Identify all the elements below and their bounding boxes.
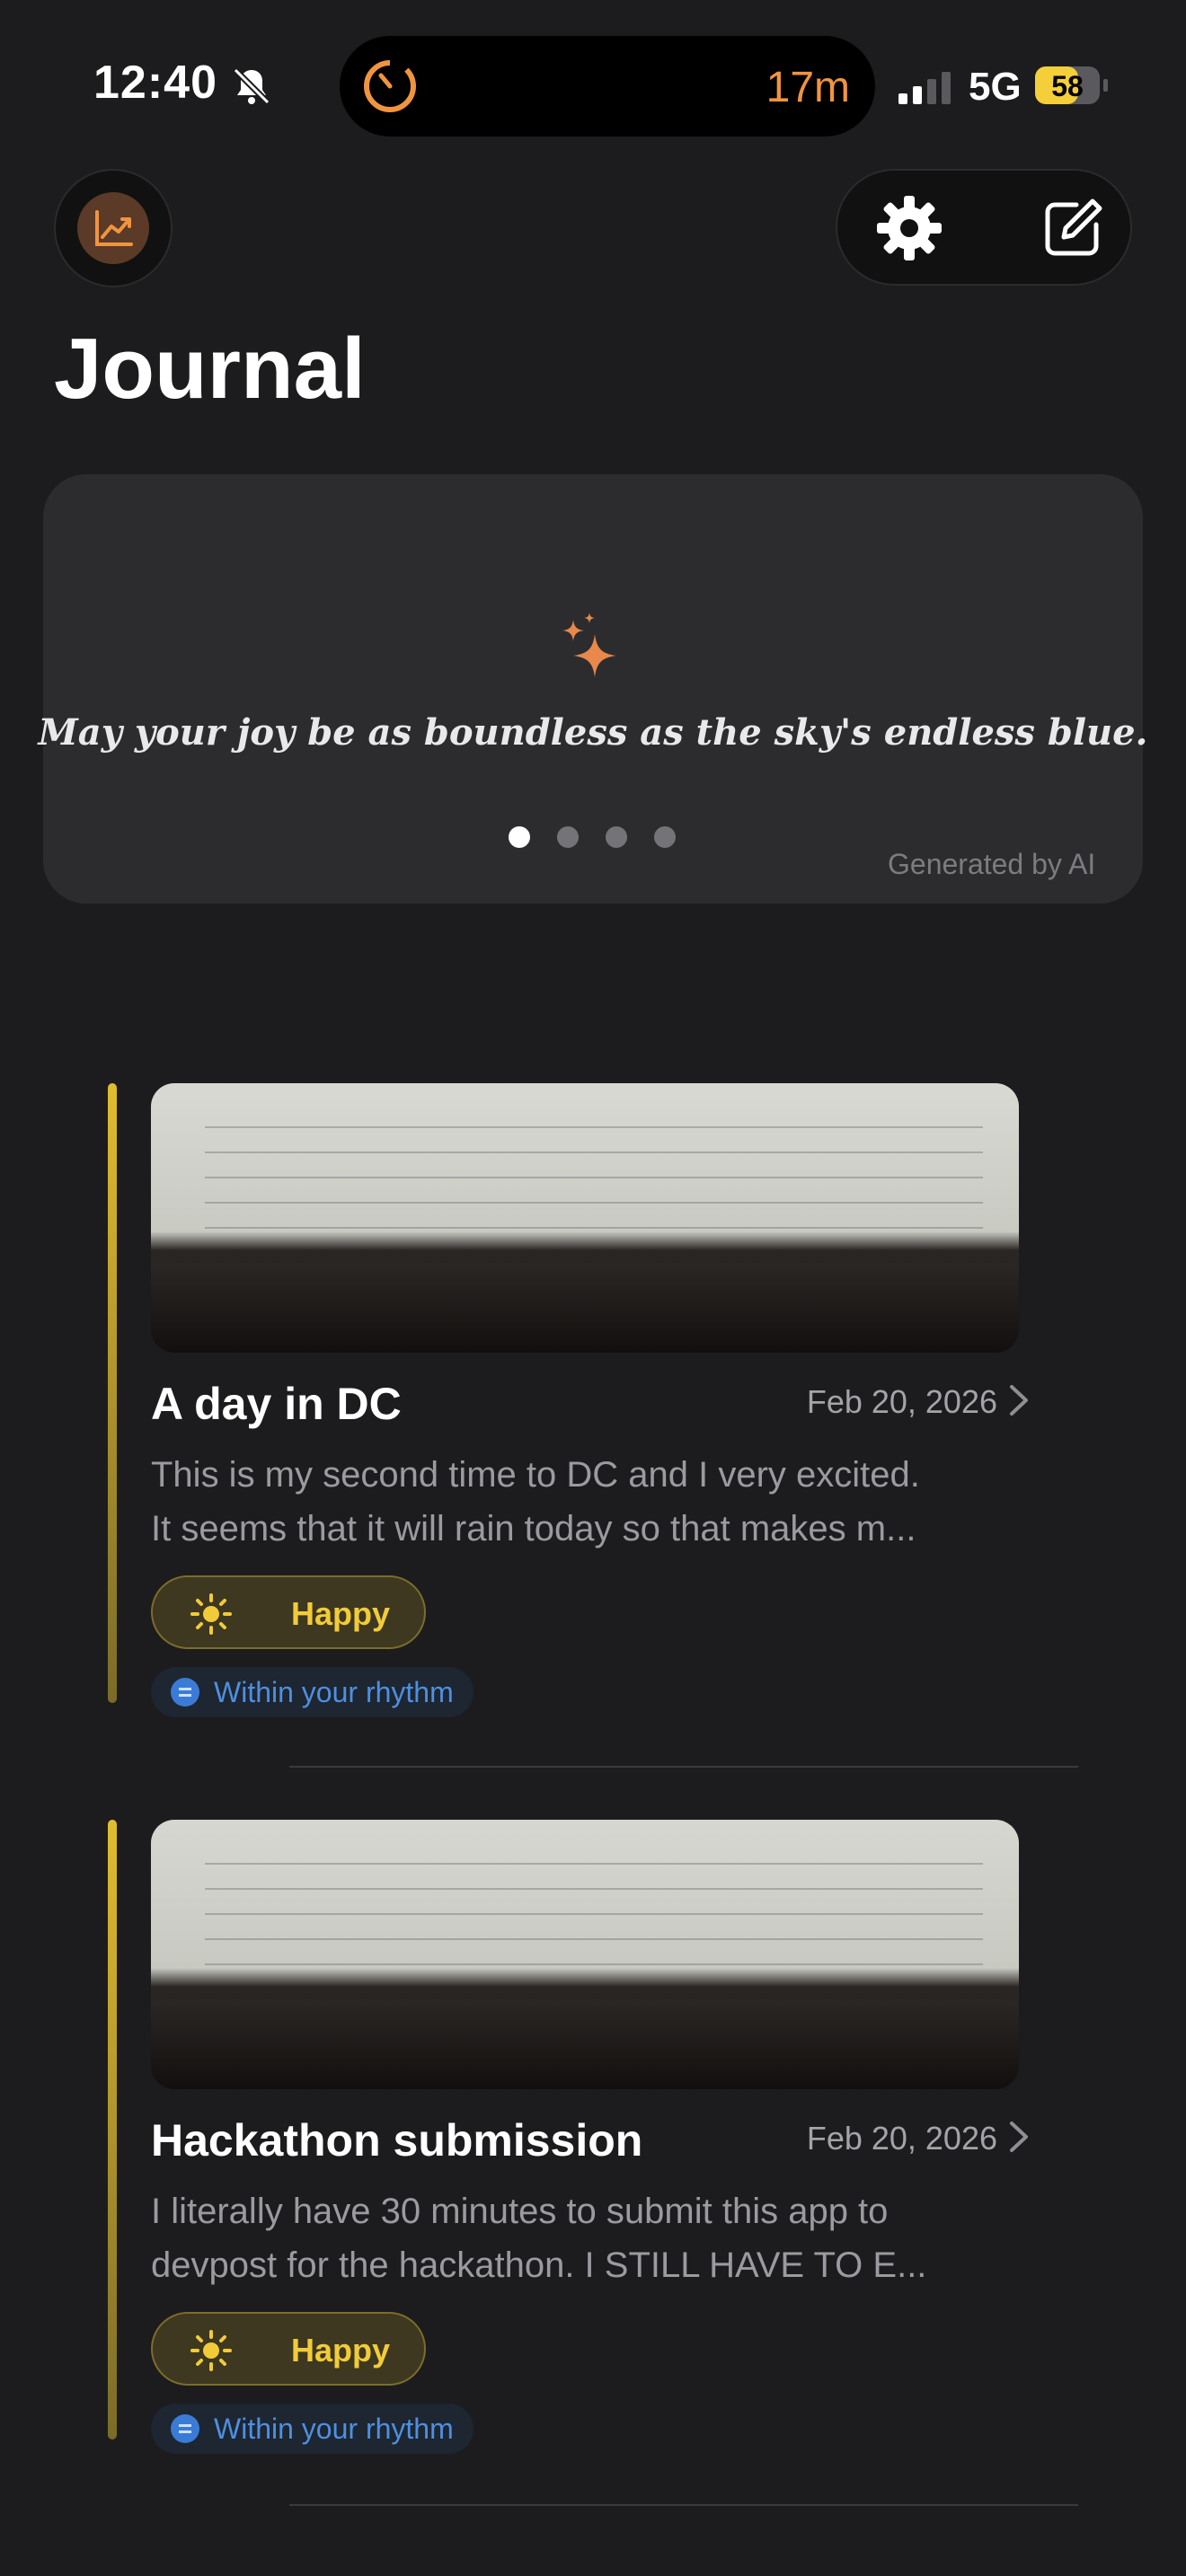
page-dot[interactable]	[557, 826, 579, 848]
mood-label: Happy	[291, 2332, 391, 2369]
entry-divider	[289, 2504, 1078, 2506]
network-label: 5G	[969, 65, 1022, 109]
sun-icon	[190, 2330, 232, 2371]
entry-preview: I literally have 30 minutes to submit th…	[151, 2184, 1013, 2292]
gear-icon[interactable]	[873, 192, 945, 264]
rhythm-label: Within your rhythm	[214, 1676, 454, 1708]
page-dot[interactable]	[606, 826, 627, 848]
timer-ring-icon	[364, 59, 416, 112]
compose-icon[interactable]	[1037, 192, 1109, 264]
page-dot[interactable]	[509, 826, 530, 848]
chevron-right-icon	[1010, 1385, 1028, 1416]
status-time: 12:40	[93, 57, 217, 109]
sun-icon	[190, 1593, 232, 1635]
quote-text: May your joy be as boundless as the sky'…	[38, 711, 1148, 754]
rhythm-badge: Within your rhythm	[151, 2404, 474, 2454]
entry-preview-line: This is my second time to DC and I very …	[151, 1455, 920, 1495]
journal-entry[interactable]: A day in DC Feb 20, 2026 This is my seco…	[106, 1083, 1076, 1730]
entry-date: Feb 20, 2026	[806, 1383, 997, 1420]
entry-preview-line: I literally have 30 minutes to submit th…	[151, 2192, 889, 2231]
header-actions	[836, 169, 1132, 286]
sparkle-icon	[562, 613, 616, 677]
generated-by-label: Generated by AI	[888, 848, 1096, 880]
entry-preview-line: devpost for the hackathon. I STILL HAVE …	[151, 2245, 927, 2285]
entry-accent-bar	[108, 1083, 117, 1703]
entry-preview-line: It seems that it will rain today so that…	[151, 1509, 916, 1548]
entry-accent-bar	[108, 1820, 117, 2439]
page-indicator[interactable]	[509, 826, 676, 848]
battery-level: 58	[1051, 70, 1084, 102]
entry-divider	[289, 1766, 1078, 1768]
chevron-right-icon	[1010, 2122, 1028, 2152]
page-title: Journal	[54, 321, 366, 417]
equals-icon	[171, 2414, 199, 2443]
journal-entry[interactable]: Hackathon submission Feb 20, 2026 I lite…	[106, 1820, 1076, 2466]
entry-title: A day in DC	[151, 1379, 402, 1429]
mood-badge[interactable]: Happy	[151, 1575, 426, 1649]
rhythm-badge: Within your rhythm	[151, 1667, 474, 1717]
page-dot[interactable]	[654, 826, 676, 848]
battery-icon: 58	[1035, 66, 1108, 104]
signal-icon	[898, 72, 951, 104]
stats-button[interactable]	[54, 169, 173, 287]
entry-title: Hackathon submission	[151, 2115, 643, 2166]
mood-label: Happy	[291, 1595, 391, 1632]
entry-preview: This is my second time to DC and I very …	[151, 1448, 1013, 1556]
entry-date: Feb 20, 2026	[806, 2120, 997, 2157]
rhythm-label: Within your rhythm	[214, 2413, 454, 2445]
entry-photo	[151, 1820, 1019, 2089]
entry-photo	[151, 1083, 1019, 1353]
mood-badge[interactable]: Happy	[151, 2312, 426, 2386]
bell-slash-icon	[233, 67, 270, 105]
chart-icon	[95, 210, 133, 246]
equals-icon	[171, 1678, 199, 1707]
timer-text: 17m	[766, 64, 850, 111]
